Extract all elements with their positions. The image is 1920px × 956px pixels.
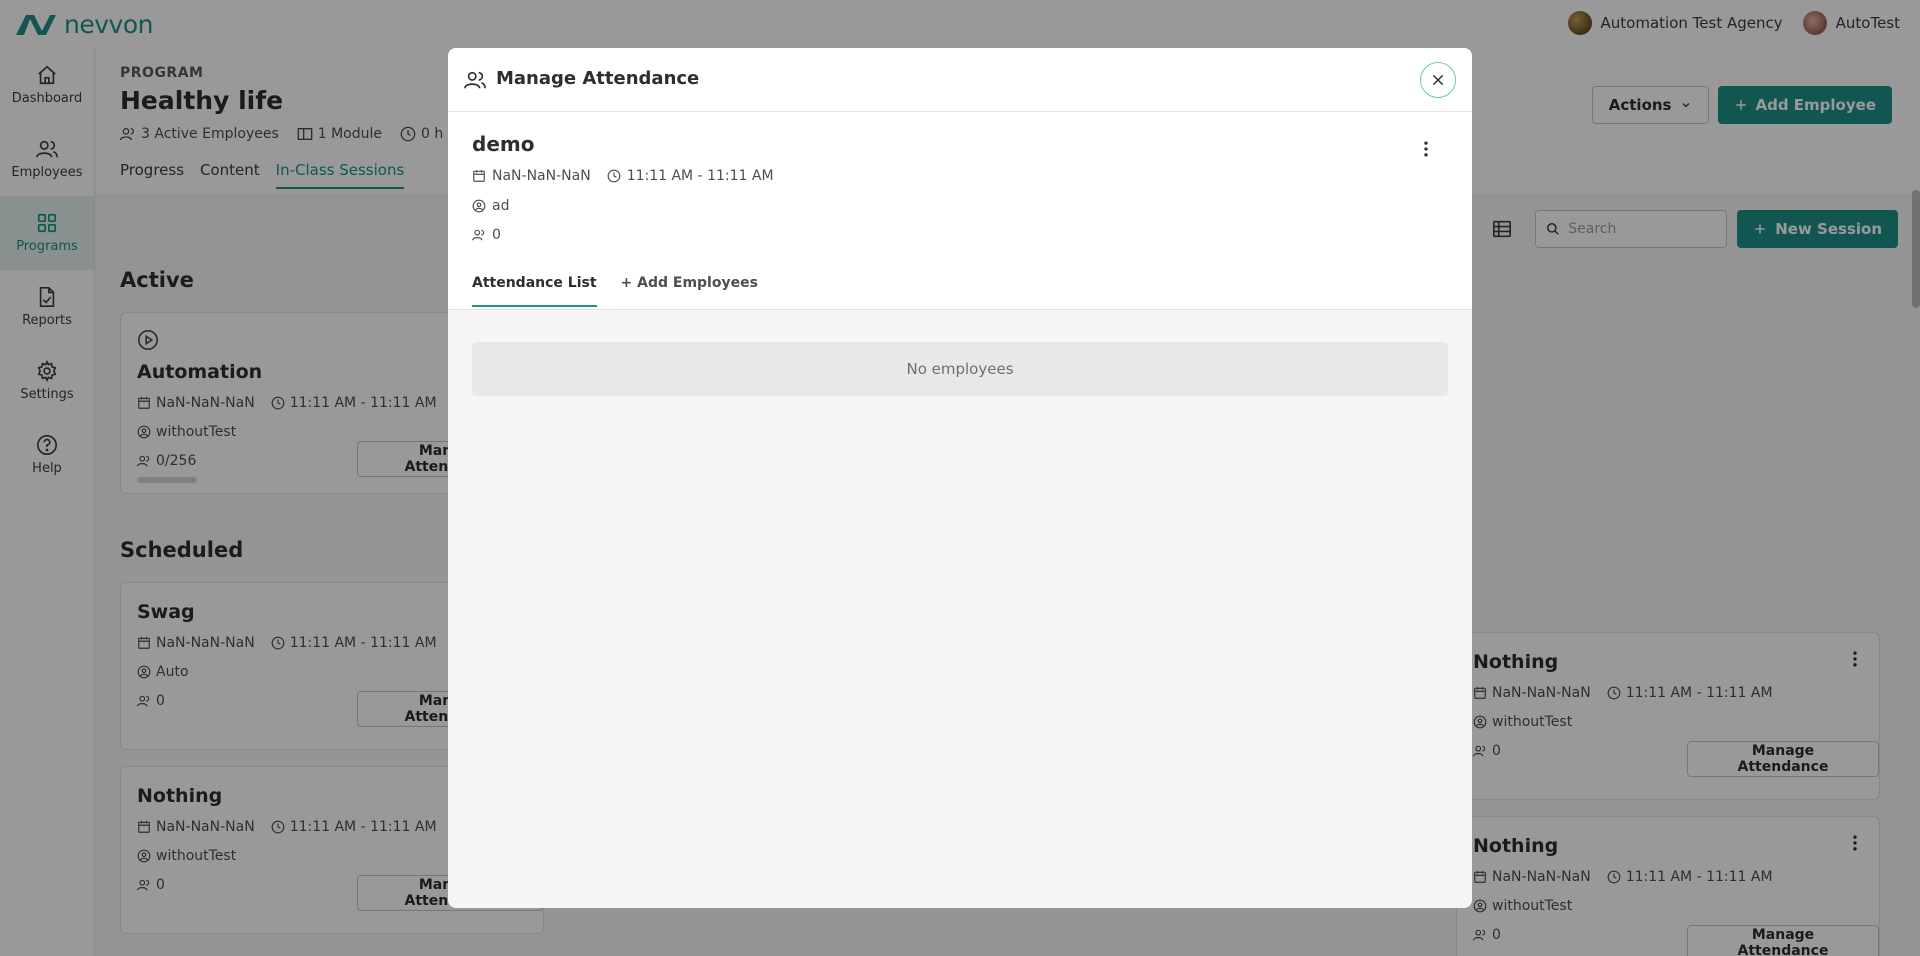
instructor-name: ad <box>492 198 510 214</box>
session-time: 11:11 AM - 11:11 AM <box>626 168 774 184</box>
modal-header: Manage Attendance <box>448 48 1472 112</box>
empty-attendance-message: No employees <box>472 342 1448 396</box>
modal-tabs: Attendance List + Add Employees <box>472 275 758 307</box>
user-circle-icon <box>472 199 486 213</box>
session-details: demo NaN-NaN-NaN 11:11 AM - 11:11 AM ad … <box>448 112 1472 310</box>
attendance-count: 0 <box>492 227 501 243</box>
users-icon <box>472 229 485 241</box>
more-vertical-icon[interactable] <box>1416 138 1436 160</box>
tab-add-employees[interactable]: + Add Employees <box>621 275 758 307</box>
calendar-icon <box>473 170 485 182</box>
modal-title: Manage Attendance <box>496 68 700 89</box>
session-date: NaN-NaN-NaN <box>492 168 591 184</box>
users-icon <box>464 71 486 89</box>
session-datetime: NaN-NaN-NaN 11:11 AM - 11:11 AM <box>472 168 774 184</box>
clock-icon <box>607 169 621 183</box>
close-icon <box>1432 74 1444 86</box>
session-title: demo <box>472 132 535 156</box>
tab-attendance-list[interactable]: Attendance List <box>472 275 597 307</box>
session-instructor: ad <box>472 198 509 214</box>
manage-attendance-modal: Manage Attendance demo NaN-NaN-NaN 11:11… <box>448 48 1472 908</box>
session-attendance: 0 <box>472 227 501 243</box>
close-modal-button[interactable] <box>1420 62 1456 98</box>
